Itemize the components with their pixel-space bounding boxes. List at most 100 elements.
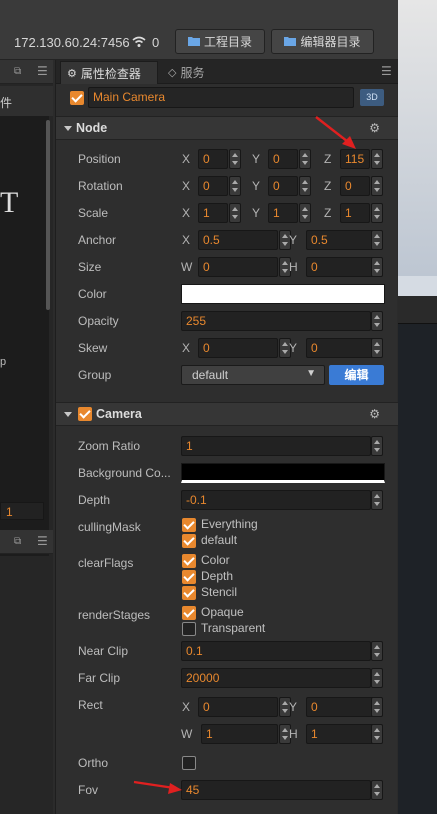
popout-icon[interactable]: ⧉ — [14, 536, 21, 547]
project-folder-label: 工程目录 — [203, 35, 252, 49]
3d-toggle[interactable]: 3D — [360, 89, 384, 106]
editor-folder-button[interactable]: 编辑器目录 — [271, 29, 374, 54]
position-x-input[interactable]: 0 — [198, 149, 228, 169]
camera-enabled-checkbox[interactable] — [78, 407, 92, 421]
scale-y-input[interactable]: 1 — [268, 203, 298, 223]
zoom-ratio-input[interactable]: 1 — [181, 436, 371, 456]
transparent-label: Transparent — [201, 621, 266, 635]
ortho-checkbox[interactable] — [182, 756, 196, 770]
rotation-z-input[interactable]: 0 — [340, 176, 370, 196]
clear-depth-checkbox[interactable] — [182, 570, 196, 584]
rotation-x-stepper[interactable] — [229, 176, 241, 196]
transparent-checkbox[interactable] — [182, 622, 196, 636]
scale-z-input[interactable]: 1 — [340, 203, 370, 223]
scale-x-stepper[interactable] — [229, 203, 241, 223]
anchor-label: Anchor — [78, 233, 117, 247]
group-edit-button[interactable]: 编辑 — [329, 365, 384, 385]
axis-z-label: Z — [324, 152, 332, 166]
position-y-stepper[interactable] — [299, 149, 311, 169]
axis-x-label: X — [182, 179, 191, 193]
background-code-editor — [398, 324, 437, 814]
far-clip-row: Far Clip 20000 — [56, 667, 398, 689]
clear-stencil-checkbox[interactable] — [182, 586, 196, 600]
size-w-input[interactable]: 0 — [198, 257, 278, 277]
rect-x-input[interactable]: 0 — [198, 697, 278, 717]
rotation-x-input[interactable]: 0 — [198, 176, 228, 196]
axis-w-label: W — [181, 727, 193, 741]
background-color-row: Background Co... — [56, 462, 398, 484]
background-color-swatch[interactable] — [181, 463, 385, 483]
size-h-stepper[interactable] — [371, 257, 383, 277]
rotation-z-stepper[interactable] — [371, 176, 383, 196]
popout-icon[interactable]: ⧉ — [14, 66, 21, 77]
ortho-label: Ortho — [78, 756, 109, 770]
axis-x-label: X — [182, 206, 191, 220]
scale-z-stepper[interactable] — [371, 203, 383, 223]
far-clip-input[interactable]: 20000 — [181, 668, 371, 688]
node-name-row: Main Camera 3D — [56, 86, 398, 110]
background-color-label: Background Co... — [78, 466, 171, 480]
fov-label: Fov — [78, 783, 99, 797]
menu-icon[interactable]: ☰ — [37, 64, 48, 78]
far-clip-stepper[interactable] — [371, 668, 383, 688]
menu-icon[interactable]: ☰ — [37, 534, 48, 548]
skew-x-input[interactable]: 0 — [198, 338, 278, 358]
depth-input[interactable]: -0.1 — [181, 490, 371, 510]
position-x-stepper[interactable] — [229, 149, 241, 169]
depth-stepper[interactable] — [371, 490, 383, 510]
project-folder-button[interactable]: 工程目录 — [175, 29, 265, 54]
gear-icon[interactable]: ⚙ — [369, 121, 380, 135]
folder-icon — [284, 35, 297, 49]
position-z-stepper[interactable] — [371, 149, 383, 169]
opacity-input[interactable]: 255 — [181, 311, 371, 331]
partial-field[interactable]: 1 — [0, 502, 44, 520]
camera-section-header[interactable]: Camera ⚙ — [56, 402, 398, 426]
axis-w-label: W — [181, 260, 193, 274]
culling-everything-checkbox[interactable] — [182, 518, 196, 532]
rect-y-stepper[interactable] — [371, 697, 383, 717]
position-y-input[interactable]: 0 — [268, 149, 298, 169]
node-active-checkbox[interactable] — [70, 91, 84, 105]
menu-icon[interactable]: ☰ — [381, 64, 392, 78]
culling-default-checkbox[interactable] — [182, 534, 196, 548]
zoom-ratio-stepper[interactable] — [371, 436, 383, 456]
rect-h-stepper[interactable] — [371, 724, 383, 744]
rotation-label: Rotation — [78, 179, 123, 193]
size-row: Size W 0 H 0 — [56, 256, 398, 278]
anchor-y-stepper[interactable] — [371, 230, 383, 250]
skew-y-stepper[interactable] — [371, 338, 383, 358]
axis-y-label: Y — [289, 341, 298, 355]
background-window-tabbar — [398, 296, 437, 324]
scrollbar[interactable] — [46, 120, 50, 310]
rotation-y-input[interactable]: 0 — [268, 176, 298, 196]
fov-stepper[interactable] — [371, 780, 383, 800]
culling-mask-label: cullingMask — [78, 520, 141, 534]
partial-tab[interactable]: 件 — [0, 86, 53, 116]
opacity-stepper[interactable] — [371, 311, 383, 331]
opaque-checkbox[interactable] — [182, 606, 196, 620]
scale-x-input[interactable]: 1 — [198, 203, 228, 223]
anchor-x-input[interactable]: 0.5 — [198, 230, 278, 250]
color-swatch[interactable] — [181, 284, 385, 304]
partial-preview: T p — [0, 116, 49, 556]
tab-inspector-label: 属性检查器 — [80, 66, 141, 81]
near-clip-input[interactable]: 0.1 — [181, 641, 371, 661]
near-clip-stepper[interactable] — [371, 641, 383, 661]
rotation-y-stepper[interactable] — [299, 176, 311, 196]
chevron-down-icon: ▼ — [306, 368, 316, 379]
inspector-panel: ⚙ 属性检查器 ◇ 服务 ☰ Main Camera 3D Node ⚙ Pos… — [55, 60, 398, 814]
fov-row: Fov 45 — [56, 779, 398, 801]
scale-y-stepper[interactable] — [299, 203, 311, 223]
fov-input[interactable]: 45 — [181, 780, 371, 800]
rect-w-input[interactable]: 1 — [201, 724, 278, 744]
group-select[interactable]: default ▼ — [181, 365, 325, 385]
left-panel-strip: ⧉ ☰ 件 T p 1 ⧉ ☰ — [0, 60, 53, 814]
clear-color-checkbox[interactable] — [182, 554, 196, 568]
axis-y-label: Y — [252, 179, 261, 193]
tab-services[interactable]: ◇ 服务 — [162, 61, 252, 84]
gear-icon[interactable]: ⚙ — [369, 407, 380, 421]
near-clip-label: Near Clip — [78, 644, 129, 658]
tab-inspector[interactable]: ⚙ 属性检查器 — [60, 61, 158, 84]
culling-everything-label: Everything — [201, 517, 258, 531]
node-name-input[interactable]: Main Camera — [88, 87, 354, 108]
